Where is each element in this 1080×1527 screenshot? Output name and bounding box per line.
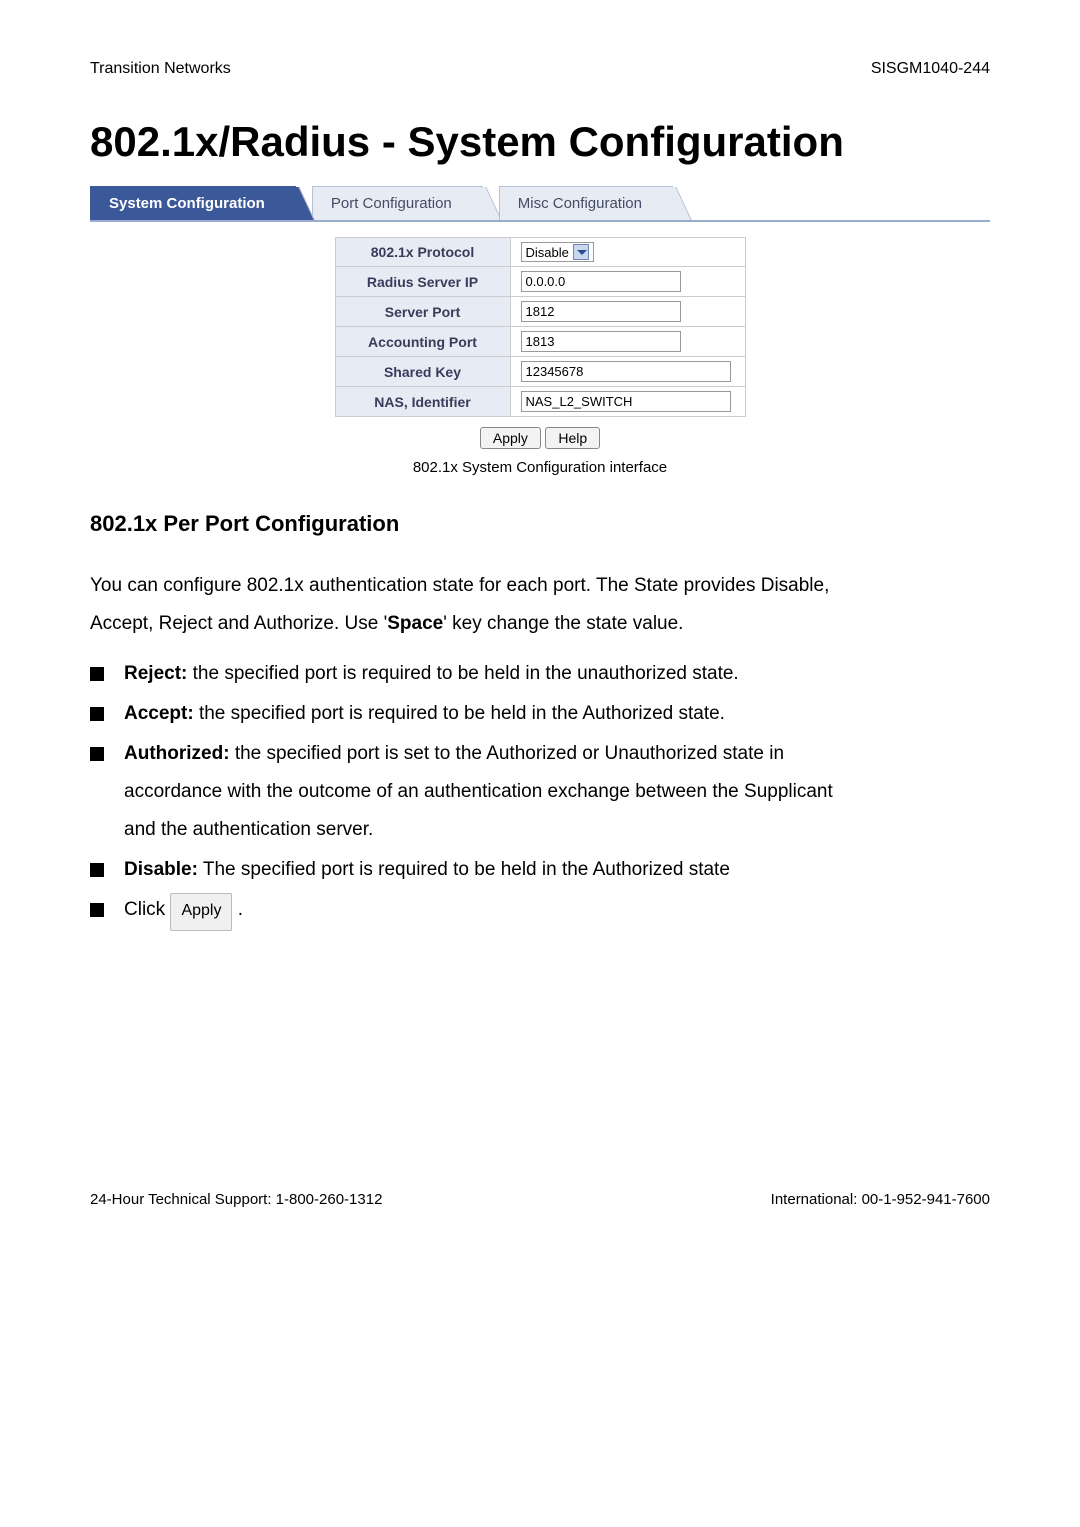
tab-port-configuration[interactable]: Port Configuration [312,186,483,220]
figure-caption: 802.1x System Configuration interface [90,459,990,476]
bullet-reject-text: the specified port is required to be hel… [187,663,738,684]
bullet-authorized-text1: the specified port is set to the Authori… [230,743,785,764]
tab-misc-configuration[interactable]: Misc Configuration [499,186,673,220]
label-radius-server-ip: Radius Server IP [335,267,510,297]
inline-apply-button[interactable]: Apply [170,893,232,931]
footer-left: 24-Hour Technical Support: 1-800-260-131… [90,1191,382,1208]
bullet-disable-label: Disable: [124,859,198,880]
label-shared-key: Shared Key [335,357,510,387]
bullet-accept-label: Accept: [124,703,194,724]
input-server-port[interactable] [521,301,681,322]
tab-bar: System Configuration Port Configuration … [90,186,990,222]
bullet-authorized-label: Authorized: [124,743,230,764]
footer-right: International: 00-1-952-941-7600 [771,1191,990,1208]
bullet-disable: Disable: The specified port is required … [124,851,990,889]
bullet-authorized-text3: and the authentication server. [124,811,990,849]
bullet-disable-text: The specified port is required to be hel… [198,859,730,880]
input-shared-key[interactable] [521,361,731,382]
help-button[interactable]: Help [545,427,600,449]
bullet-authorized: Authorized: the specified port is set to… [124,735,990,849]
bullet-reject: Reject: the specified port is required t… [124,655,990,693]
intro-space-key: Space [387,613,443,634]
config-table: 802.1x Protocol Disable Radius Server IP… [335,237,746,417]
click-end: . [232,899,243,920]
apply-button[interactable]: Apply [480,427,541,449]
section-heading: 802.1x Per Port Configuration [90,511,990,537]
intro-line2a: Accept, Reject and Authorize. Use ' [90,613,387,634]
input-accounting-port[interactable] [521,331,681,352]
chevron-down-icon [573,244,589,260]
tab-system-configuration[interactable]: System Configuration [90,186,296,220]
intro-paragraph: You can configure 802.1x authentication … [90,567,990,643]
header-left: Transition Networks [90,60,231,78]
dropdown-value: Disable [526,245,569,260]
bullet-list: Reject: the specified port is required t… [90,655,990,931]
intro-line1: You can configure 802.1x authentication … [90,575,829,596]
label-server-port: Server Port [335,297,510,327]
intro-line2c: ' key change the state value. [443,613,683,634]
page-title: 802.1x/Radius - System Configuration [90,118,990,166]
bullet-reject-label: Reject: [124,663,187,684]
input-radius-server-ip[interactable] [521,271,681,292]
label-accounting-port: Accounting Port [335,327,510,357]
label-nas-identifier: NAS, Identifier [335,387,510,417]
bullet-authorized-text2: accordance with the outcome of an authen… [124,773,990,811]
bullet-accept: Accept: the specified port is required t… [124,695,990,733]
click-text: Click [124,899,170,920]
input-nas-identifier[interactable] [521,391,731,412]
bullet-accept-text: the specified port is required to be hel… [194,703,725,724]
bullet-click-apply: Click Apply . [124,891,990,931]
header-right: SISGM1040-244 [871,60,990,78]
dropdown-8021x-protocol[interactable]: Disable [521,242,594,262]
label-8021x-protocol: 802.1x Protocol [335,238,510,267]
